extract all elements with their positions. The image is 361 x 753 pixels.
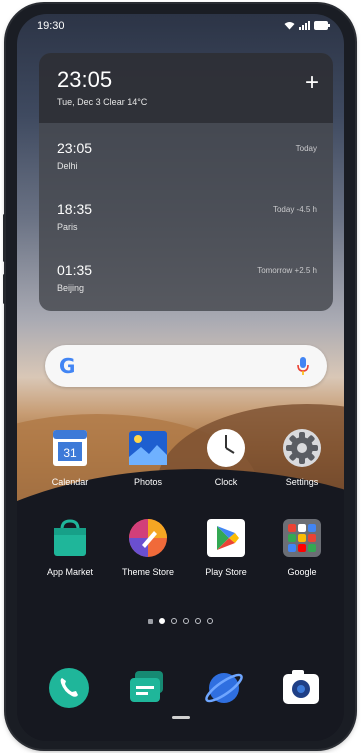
home-indicator[interactable]	[172, 716, 190, 719]
page-dot[interactable]	[159, 618, 165, 624]
clock-icon	[205, 427, 247, 469]
app-theme-store[interactable]: Theme Store	[113, 517, 183, 577]
app-label: Google	[287, 567, 317, 577]
app-label: Theme Store	[121, 567, 175, 577]
play-store-icon	[205, 517, 247, 559]
app-label: Clock	[214, 477, 238, 487]
city-name: Delhi	[57, 161, 78, 171]
app-label: Play Store	[205, 567, 247, 577]
page-dot[interactable]	[207, 618, 213, 624]
city-diff: Today	[295, 144, 317, 153]
mic-icon[interactable]	[297, 357, 309, 375]
city-row-delhi[interactable]: 23:05 Delhi Today	[57, 140, 317, 184]
page-dot[interactable]	[183, 618, 189, 624]
widget-header: 23:05 Tue, Dec 3 Clear 14°C +	[39, 53, 333, 123]
city-time: 23:05	[57, 140, 93, 156]
city-time: 01:35	[57, 262, 93, 278]
app-label: App Market	[46, 567, 94, 577]
battery-icon	[314, 21, 330, 30]
app-clock[interactable]: Clock	[191, 427, 261, 487]
app-app-market[interactable]: App Market	[35, 517, 105, 577]
page-dot[interactable]	[171, 618, 177, 624]
city-name: Beijing	[57, 283, 85, 293]
google-search-bar[interactable]: G	[45, 345, 327, 387]
app-settings[interactable]: Settings	[267, 427, 337, 487]
app-photos[interactable]: Photos	[113, 427, 183, 487]
city-name: Paris	[57, 222, 78, 232]
status-time: 19:30	[37, 20, 65, 32]
home-screen: 19:30 23:05 Tue, Dec 3 Clear 14°C + 23:0…	[17, 14, 344, 741]
theme-store-icon	[127, 517, 169, 559]
power-key	[3, 274, 6, 304]
dock-camera[interactable]	[279, 666, 323, 710]
page-indicator[interactable]	[17, 618, 344, 624]
calendar-icon: 31	[49, 427, 91, 469]
volume-key	[3, 214, 6, 262]
app-market-icon	[49, 517, 91, 559]
city-diff: Today -4.5 h	[272, 205, 317, 214]
app-play-store[interactable]: Play Store	[191, 517, 261, 577]
status-bar: 19:30	[17, 14, 344, 38]
browser-icon	[205, 673, 243, 703]
status-icons	[284, 21, 330, 30]
wifi-icon	[284, 22, 295, 30]
widget-time: 23:05	[57, 67, 113, 92]
camera-icon	[283, 670, 319, 704]
city-diff: Tomorrow +2.5 h	[257, 266, 317, 275]
gear-icon	[281, 427, 323, 469]
signal-icon	[299, 21, 310, 30]
city-row-beijing[interactable]: 01:35 Beijing Tomorrow +2.5 h	[57, 262, 317, 306]
app-google-folder[interactable]: Google	[267, 517, 337, 577]
widget-date-weather: Tue, Dec 3 Clear 14°C	[57, 97, 148, 107]
calendar-date: 31	[63, 446, 77, 460]
app-label: Settings	[285, 477, 319, 487]
dock-browser[interactable]	[202, 666, 246, 710]
google-logo-icon: G	[59, 354, 76, 378]
world-clock-widget[interactable]: 23:05 Tue, Dec 3 Clear 14°C + 23:05 Delh…	[39, 53, 333, 311]
page-dot-home[interactable]	[148, 619, 153, 624]
app-label: Calendar	[51, 477, 89, 487]
photos-icon	[127, 427, 169, 469]
dock-phone[interactable]	[47, 666, 91, 710]
phone-icon	[49, 668, 89, 708]
messages-icon	[130, 671, 163, 702]
city-row-paris[interactable]: 18:35 Paris Today -4.5 h	[57, 201, 317, 245]
add-city-button[interactable]: +	[305, 71, 319, 95]
page-dot[interactable]	[195, 618, 201, 624]
dock-messages[interactable]	[125, 666, 169, 710]
app-calendar[interactable]: 31 Calendar	[35, 427, 105, 487]
app-label: Photos	[133, 477, 163, 487]
google-folder-icon	[281, 517, 323, 559]
city-time: 18:35	[57, 201, 93, 217]
